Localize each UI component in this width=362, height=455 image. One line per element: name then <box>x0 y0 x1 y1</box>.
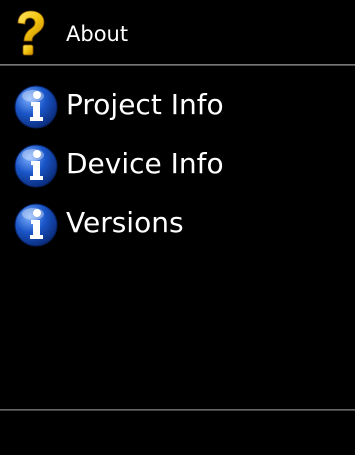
about-screen: About Project Info Device Info Versions <box>0 0 362 455</box>
menu-item-device-info[interactable]: Device Info <box>0 137 355 196</box>
footer-bar <box>0 411 355 455</box>
info-icon <box>14 203 58 247</box>
menu-item-label: Device Info <box>66 147 224 180</box>
menu-item-label: Versions <box>66 206 184 239</box>
about-menu: Project Info Device Info Versions <box>0 78 355 255</box>
menu-item-versions[interactable]: Versions <box>0 196 355 255</box>
menu-item-label: Project Info <box>66 88 224 121</box>
question-mark-icon <box>17 10 45 56</box>
header-divider <box>0 64 355 66</box>
page-title: About <box>66 22 129 46</box>
about-panel: About Project Info Device Info Versions <box>0 0 355 455</box>
header: About <box>0 0 355 64</box>
menu-item-project-info[interactable]: Project Info <box>0 78 355 137</box>
info-icon <box>14 85 58 129</box>
info-icon <box>14 144 58 188</box>
